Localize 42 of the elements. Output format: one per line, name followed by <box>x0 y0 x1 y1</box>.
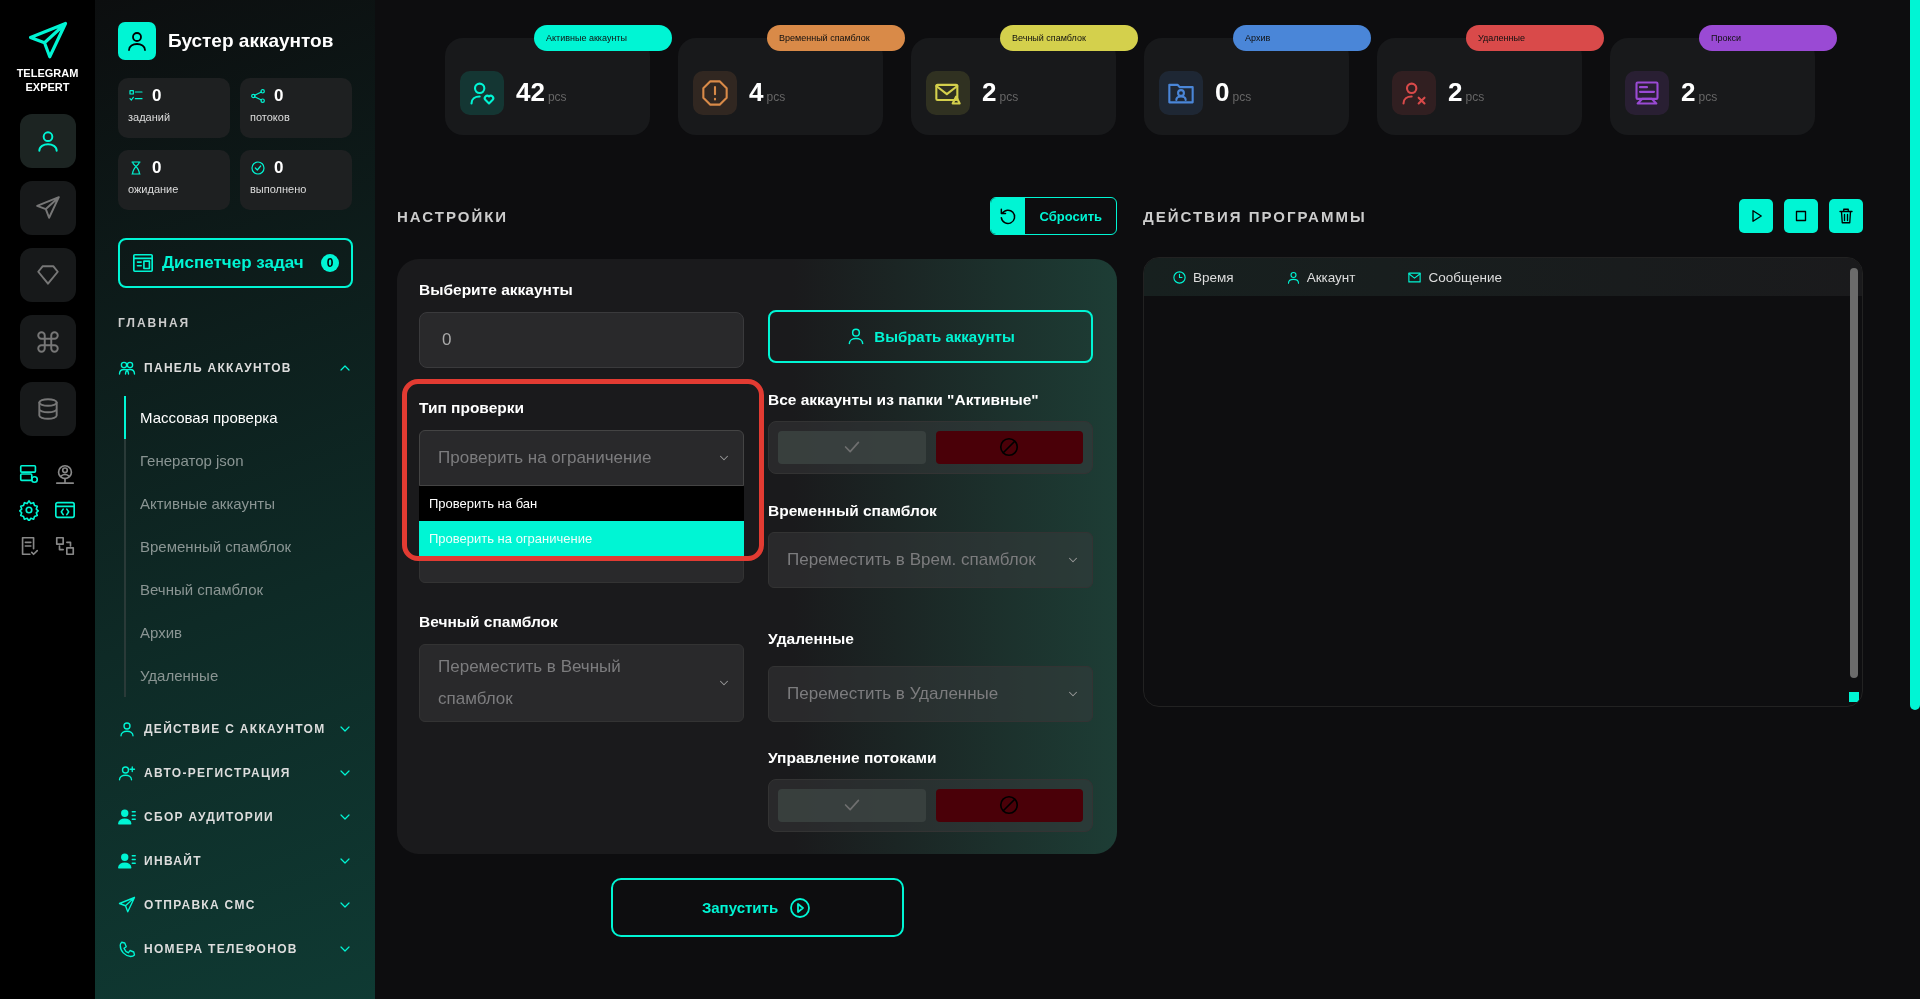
field-label: Все аккаунты из папки "Активные" <box>768 391 1040 410</box>
section-title: ДЕЙСТВИЯ ПРОГРАММЫ <box>1143 207 1367 225</box>
stat-badge: Вечный спамблок <box>1000 25 1138 51</box>
stat-value: 4 <box>749 77 764 107</box>
stat-value: 2 <box>982 77 997 107</box>
stat-value: 42 <box>516 77 545 107</box>
stat-unit: pcs <box>1465 90 1485 104</box>
stat-badge: Прокси <box>1699 25 1837 51</box>
column-header: Время <box>1172 269 1234 285</box>
counter-label: выполнено <box>250 183 308 195</box>
stat-badge: Активные аккаунты <box>534 25 672 51</box>
logo-text: TELEGRAM EXPERT <box>16 66 79 94</box>
stat-badge: Архив <box>1233 25 1371 51</box>
stat-unit: pcs <box>1232 90 1252 104</box>
counter-value: 0 <box>152 158 162 178</box>
counter-label: заданий <box>128 111 172 123</box>
stat-unit: pcs <box>1698 90 1718 104</box>
counter-label: ожидание <box>128 183 180 195</box>
stat-unit: pcs <box>766 90 786 104</box>
field-label: Временный спамблок <box>768 502 938 521</box>
count-badge: 0 <box>321 254 339 272</box>
stat-value: 2 <box>1448 77 1463 107</box>
column-header: Аккаунт <box>1285 269 1356 285</box>
stat-badge: Удаленные <box>1466 25 1604 51</box>
field-label: Вечный спамблок <box>419 613 559 632</box>
app-title: Бустер аккаунтов <box>168 30 334 52</box>
field-label: Выберите аккаунты <box>419 281 574 300</box>
nav-heading: ГЛАВНАЯ <box>118 316 192 330</box>
counter-value: 0 <box>274 86 284 106</box>
stat-value: 0 <box>1215 77 1230 107</box>
counter-value: 0 <box>152 86 162 106</box>
field-label: Тип проверки <box>419 399 526 418</box>
stat-unit: pcs <box>999 90 1019 104</box>
stat-unit: pcs <box>547 90 567 104</box>
stat-value: 2 <box>1681 77 1696 107</box>
counter-value: 0 <box>274 158 284 178</box>
section-title: НАСТРОЙКИ <box>397 207 509 225</box>
column-header: Сообщение <box>1407 269 1502 285</box>
field-label: Удаленные <box>768 630 855 649</box>
field-label: Управление потоками <box>768 749 938 768</box>
stat-badge: Временный спамблок <box>767 25 905 51</box>
counter-label: потоков <box>250 111 291 123</box>
